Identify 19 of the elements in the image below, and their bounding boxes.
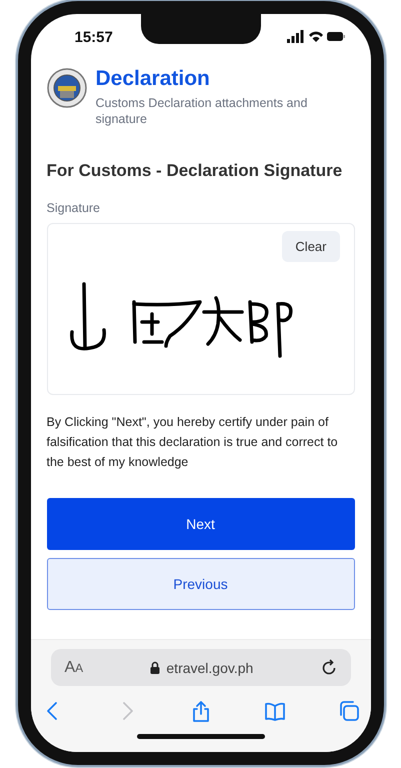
page-subtitle: Customs Declaration attachments and signature [96,95,308,127]
next-button[interactable]: Next [46,498,354,550]
previous-button[interactable]: Previous [46,558,354,610]
tabs-icon[interactable] [338,700,360,722]
address-bar[interactable]: AA etravel.gov.ph [50,649,350,686]
field-label: Signature [46,201,102,215]
page-title: Declaration [96,66,211,92]
seal-icon [46,68,86,108]
section-title: For Customs - Declaration Signature [46,161,344,181]
signature-pad[interactable]: Clear [46,223,354,395]
book-icon[interactable] [264,700,286,722]
url-text: etravel.gov.ph [166,660,254,676]
lock-icon [150,661,160,674]
text-size-button[interactable]: AA [64,658,84,676]
certification-text: By Clicking "Next", you hereby certify under pain of falsification that this declaration is true and correct to the best of my knowledge [46,414,339,471]
status-icons [286,30,344,44]
reload-icon[interactable] [320,658,336,676]
clear-button[interactable]: Clear [282,231,340,262]
status-time: 15:57 [74,28,113,46]
